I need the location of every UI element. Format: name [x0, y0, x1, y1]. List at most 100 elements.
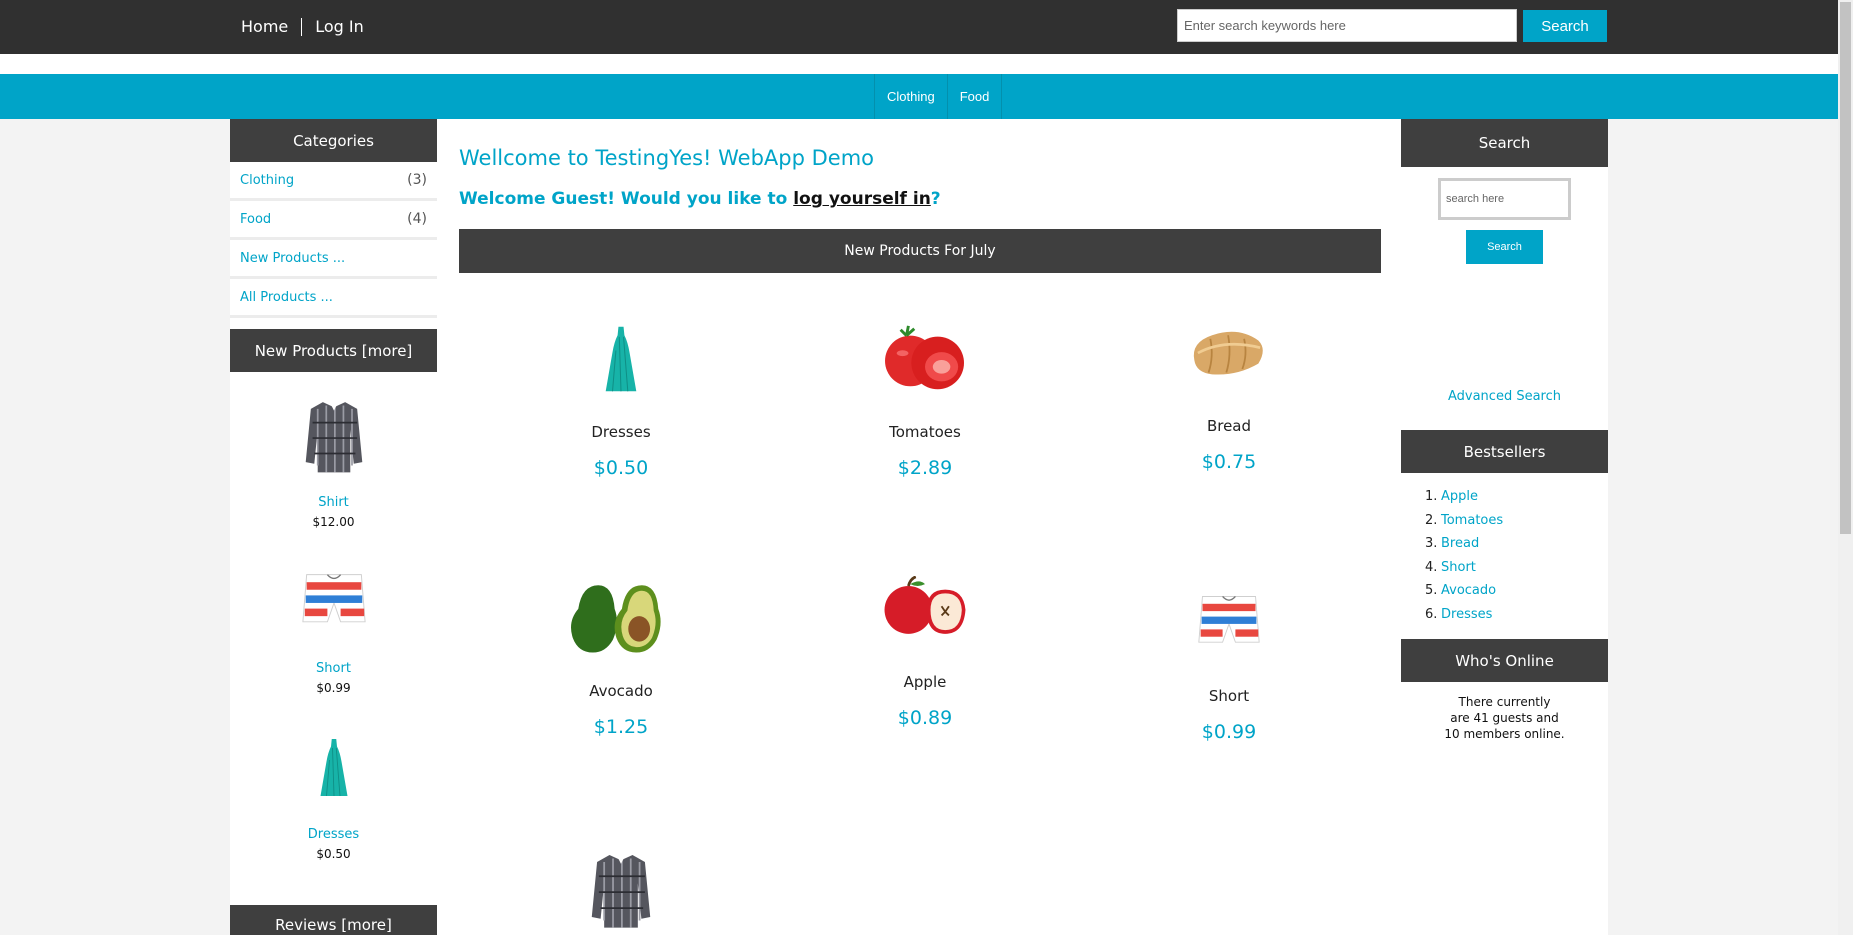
- list-number: 2.: [1425, 512, 1438, 528]
- list-item: 4. Short: [1425, 560, 1503, 584]
- search-heading: Search: [1401, 119, 1608, 167]
- sidebar-search-button[interactable]: Search: [1466, 230, 1543, 264]
- bread-icon[interactable]: [1119, 303, 1339, 403]
- new-product-item: Dresses $0.50: [230, 704, 437, 870]
- welcome-text: Welcome Guest! Would you like to: [459, 189, 794, 209]
- category-tab-food[interactable]: Food: [946, 74, 1003, 119]
- whos-online-line: There currently: [1458, 695, 1551, 709]
- welcome-message: Welcome Guest! Would you like to log you…: [459, 189, 941, 209]
- product-name[interactable]: Short: [1119, 687, 1339, 705]
- list-number: 4.: [1425, 559, 1438, 575]
- product-name[interactable]: Bread: [1119, 417, 1339, 435]
- product-name[interactable]: Avocado: [511, 682, 731, 700]
- list-number: 3.: [1425, 536, 1438, 551]
- home-link[interactable]: Home: [241, 17, 288, 36]
- list-item: 5. Avocado: [1425, 583, 1503, 607]
- right-column: Search Search Advanced Search Bestseller…: [1401, 119, 1608, 741]
- new-product-price: $0.99: [316, 681, 351, 695]
- new-product-price: $12.00: [312, 515, 355, 529]
- bestseller-link[interactable]: Bread: [1441, 536, 1479, 560]
- bestsellers-heading: Bestsellers: [1401, 430, 1608, 473]
- product-price: $0.99: [1201, 721, 1257, 743]
- product-card: [511, 839, 731, 935]
- left-column: Categories Clothing (3) Food (4) New Pro…: [230, 119, 437, 870]
- product-price: $0.89: [897, 707, 953, 729]
- new-product-name[interactable]: Shirt: [230, 495, 437, 510]
- category-label[interactable]: Clothing: [240, 173, 294, 188]
- sidebar-search-input[interactable]: [1438, 178, 1571, 220]
- category-label[interactable]: All Products ...: [240, 290, 333, 305]
- bestseller-link[interactable]: Avocado: [1441, 583, 1496, 607]
- product-card: Avocado $1.25: [511, 568, 731, 738]
- whos-online-heading: Who's Online: [1401, 639, 1608, 682]
- login-prompt-link[interactable]: log yourself in: [793, 189, 931, 209]
- category-bar: Clothing Food: [0, 74, 1838, 119]
- list-number: 1.: [1425, 489, 1438, 504]
- top-nav: Home Log In: [241, 17, 364, 36]
- list-number: 5.: [1425, 583, 1438, 598]
- product-card: Bread $0.75: [1119, 303, 1339, 473]
- whos-online-text: There currently are 41 guests and 10 mem…: [1401, 694, 1608, 742]
- product-price: $1.25: [593, 716, 649, 738]
- bestseller-link[interactable]: Tomatoes: [1441, 513, 1503, 537]
- scrollbar-thumb[interactable]: [1840, 2, 1851, 534]
- bestseller-link[interactable]: Apple: [1441, 489, 1478, 513]
- product-card: Dresses $0.50: [511, 309, 731, 479]
- category-label[interactable]: Food: [240, 212, 271, 227]
- product-name[interactable]: Dresses: [511, 423, 731, 441]
- category-item-clothing[interactable]: Clothing (3): [230, 162, 437, 201]
- page-title: Wellcome to TestingYes! WebApp Demo: [459, 146, 875, 170]
- tomato-icon[interactable]: [815, 309, 1035, 409]
- login-link[interactable]: Log In: [315, 17, 364, 36]
- category-label[interactable]: New Products ...: [240, 251, 345, 266]
- categories-list: Clothing (3) Food (4) New Products ... A…: [230, 162, 437, 318]
- product-card: Short $0.99: [1119, 573, 1339, 743]
- avocado-icon[interactable]: [511, 568, 731, 668]
- nav-divider: [301, 17, 303, 36]
- product-card: Apple $0.89: [815, 559, 1035, 729]
- new-products-heading[interactable]: New Products [more]: [230, 329, 437, 372]
- new-product-item: Short $0.99: [230, 538, 437, 704]
- category-tab-clothing[interactable]: Clothing: [874, 74, 947, 119]
- dress-icon[interactable]: [511, 309, 731, 409]
- reviews-heading[interactable]: Reviews [more]: [230, 905, 437, 935]
- category-item-food[interactable]: Food (4): [230, 201, 437, 240]
- category-count: (4): [407, 211, 427, 227]
- new-product-price: $0.50: [316, 847, 351, 861]
- top-search-button[interactable]: Search: [1523, 10, 1607, 42]
- category-item-new-products[interactable]: New Products ...: [230, 240, 437, 279]
- list-item: 6. Dresses: [1425, 607, 1503, 631]
- dress-icon[interactable]: [299, 725, 369, 810]
- product-price: $0.75: [1201, 451, 1257, 473]
- new-product-name[interactable]: Dresses: [230, 827, 437, 842]
- product-name[interactable]: Tomatoes: [815, 423, 1035, 441]
- product-price: $0.50: [593, 457, 649, 479]
- bestseller-link[interactable]: Dresses: [1441, 607, 1492, 631]
- new-products-banner: New Products For July: [459, 229, 1381, 273]
- short-icon[interactable]: [1119, 573, 1339, 673]
- top-search-input[interactable]: [1177, 9, 1517, 42]
- header-spacer: [0, 54, 1838, 74]
- categories-heading: Categories: [230, 119, 437, 162]
- category-count: (3): [407, 172, 427, 188]
- new-product-name[interactable]: Short: [230, 661, 437, 676]
- whos-online-line: 10 members online.: [1444, 727, 1565, 741]
- list-item: 2. Tomatoes: [1425, 513, 1503, 537]
- advanced-search-link[interactable]: Advanced Search: [1401, 389, 1608, 404]
- list-item: 3. Bread: [1425, 536, 1503, 560]
- bestseller-link[interactable]: Short: [1441, 560, 1476, 584]
- apple-icon[interactable]: [815, 559, 1035, 659]
- whos-online-line: are 41 guests and: [1450, 711, 1559, 725]
- product-card: Tomatoes $2.89: [815, 309, 1035, 479]
- shirt-icon[interactable]: [299, 393, 369, 478]
- product-name[interactable]: Apple: [815, 673, 1035, 691]
- list-number: 6.: [1425, 606, 1438, 622]
- bestsellers-list: 1. Apple 2. Tomatoes 3. Bread 4. Short 5. Avo…: [1425, 489, 1503, 630]
- welcome-suffix: ?: [930, 189, 941, 209]
- product-price: $2.89: [897, 457, 953, 479]
- shirt-icon[interactable]: [511, 839, 731, 935]
- short-icon[interactable]: [299, 559, 369, 644]
- list-item: 1. Apple: [1425, 489, 1503, 513]
- category-item-all-products[interactable]: All Products ...: [230, 279, 437, 318]
- new-product-item: Shirt $12.00: [230, 372, 437, 538]
